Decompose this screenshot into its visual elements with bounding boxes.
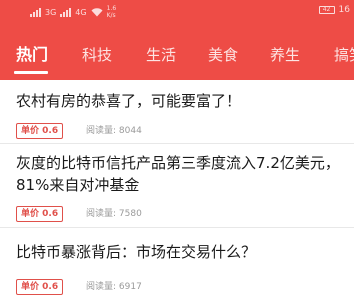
- tab-label: 科技: [82, 46, 113, 64]
- active-tab-indicator: [14, 71, 48, 74]
- price-badge: 单价 0.6: [16, 123, 64, 139]
- tab-label: 热门: [16, 45, 49, 64]
- price-badge: 单价 0.6: [16, 206, 64, 222]
- status-bar: 3G 4G 1.6 K/s 42 16: [0, 0, 354, 22]
- battery-icon: 42: [318, 6, 335, 14]
- status-left: 3G 4G 1.6 K/s: [30, 5, 116, 19]
- article-item[interactable]: 灰度的比特币信托产品第三季度流入7.2亿美元，81%来自对冲基金 单价 0.6 …: [0, 144, 354, 228]
- price-badge: 单价 0.6: [16, 279, 64, 295]
- article-item[interactable]: 农村有房的恭喜了，可能要富了！ 单价 0.6 阅读量: 8044: [0, 80, 354, 144]
- article-title: 比特币暴涨背后：市场在交易什么？: [16, 243, 257, 261]
- article-item[interactable]: 比特币暴涨背后：市场在交易什么？ 单价 0.6 阅读量: 6917: [0, 228, 354, 303]
- speed-value: 1.6: [106, 5, 117, 12]
- tab-health[interactable]: 养生: [270, 40, 300, 74]
- tab-label: 养生: [270, 46, 301, 64]
- tab-hot[interactable]: 热门: [16, 40, 48, 74]
- read-count: 阅读量: 7580: [86, 209, 142, 219]
- battery-level: 42: [322, 6, 331, 13]
- article-title: 农村有房的恭喜了，可能要富了！: [16, 92, 242, 110]
- tab-label: 生活: [146, 46, 177, 64]
- speed-unit: K/s: [106, 12, 116, 19]
- tab-label: 美食: [208, 46, 239, 64]
- tab-tech[interactable]: 科技: [82, 40, 112, 74]
- wifi-icon: [91, 7, 103, 16]
- network-type-2: 4G: [75, 7, 87, 17]
- signal-icon-2: [60, 7, 72, 17]
- article-title: 灰度的比特币信托产品第三季度流入7.2亿美元，81%来自对冲基金: [16, 154, 340, 194]
- app-header: 3G 4G 1.6 K/s 42 16 热门 科技 生活 美食 养生 搞笑: [0, 0, 354, 80]
- tab-label: 搞笑: [334, 46, 354, 64]
- read-count: 阅读量: 8044: [86, 126, 142, 136]
- network-type-1: 3G: [45, 7, 57, 17]
- category-tabs: 热门 科技 生活 美食 养生 搞笑: [0, 40, 354, 74]
- clock: 16: [338, 5, 350, 15]
- status-right: 42 16: [318, 5, 350, 15]
- signal-icon: [30, 7, 41, 17]
- tab-food[interactable]: 美食: [208, 40, 238, 74]
- tab-life[interactable]: 生活: [146, 40, 176, 74]
- network-speed: 1.6 K/s: [107, 5, 117, 19]
- tab-funny[interactable]: 搞笑: [334, 40, 354, 74]
- read-count: 阅读量: 6917: [86, 282, 142, 292]
